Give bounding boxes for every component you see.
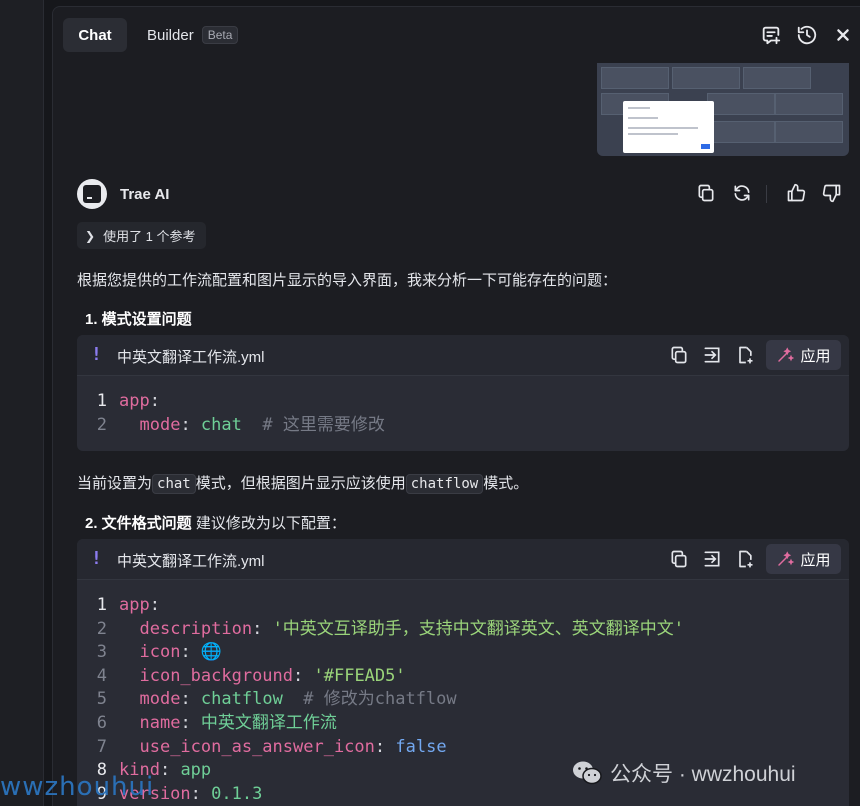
globe-icon: 🌐 xyxy=(200,642,223,663)
apply-button[interactable]: 应用 xyxy=(766,340,841,370)
code-body: 1 app: 2 mode: chat # 这里需要修改 xyxy=(77,376,849,437)
tab-chat[interactable]: Chat xyxy=(63,18,127,52)
actions-divider xyxy=(766,185,767,203)
new-chat-icon[interactable] xyxy=(760,24,782,46)
insert-code-icon[interactable] xyxy=(702,345,722,365)
code-filename: 中英文翻译工作流.yml xyxy=(117,349,265,366)
tab-builder[interactable]: Builder Beta xyxy=(147,18,239,52)
insert-code-icon[interactable] xyxy=(702,549,722,569)
code-block-header: ! 中英文翻译工作流.yml 应用 xyxy=(77,335,849,376)
watermark: 公众号 · wwzhouhui xyxy=(572,758,796,788)
wechat-icon xyxy=(573,761,602,785)
code-line: 1 app: xyxy=(96,595,160,615)
intro-text: 根据您提供的工作流配置和图片显示的导入界面，我来分析一下可能存在的问题： xyxy=(77,272,618,289)
attached-image-thumbnail[interactable] xyxy=(597,63,849,156)
new-file-icon[interactable] xyxy=(735,549,755,569)
thumbs-up-icon[interactable] xyxy=(786,183,808,205)
regenerate-icon[interactable] xyxy=(732,183,754,205)
item1-title: 1. 模式设置问题 xyxy=(85,311,192,328)
chat-panel: Chat Builder Beta Trae AI ❯ 使用了 1 个参考 根据… xyxy=(52,6,860,806)
sender-name: Trae AI xyxy=(120,186,170,203)
chevron-right-icon: ❯ xyxy=(85,228,96,243)
code-line: 7 use_icon_as_answer_icon: false xyxy=(96,736,447,757)
tab-builder-label: Builder xyxy=(147,26,194,44)
code-line: 1 app: xyxy=(96,391,160,411)
beta-badge: Beta xyxy=(201,26,239,44)
watermark-left-text: wwzhouhui xyxy=(0,772,155,802)
avatar xyxy=(77,179,107,209)
copy-code-icon[interactable] xyxy=(669,345,689,365)
apply-label: 应用 xyxy=(800,551,831,569)
yaml-file-icon: ! xyxy=(91,344,102,365)
message-header: Trae AI xyxy=(77,179,847,211)
watermark-text: 公众号 · wwzhouhui xyxy=(610,763,796,786)
code-block-header: ! 中英文翻译工作流.yml 应用 xyxy=(77,539,849,580)
code-line: 6 name: 中英文翻译工作流 xyxy=(96,712,337,733)
yaml-file-icon: ! xyxy=(91,548,102,569)
reference-chip-label: 使用了 1 个参考 xyxy=(103,229,196,244)
code-line: 3 icon: 🌐 xyxy=(96,642,223,663)
code-line: 5 mode: chatflow # 修改为chatflow xyxy=(96,689,457,710)
new-file-icon[interactable] xyxy=(735,345,755,365)
copy-code-icon[interactable] xyxy=(669,549,689,569)
copy-icon[interactable] xyxy=(696,183,718,205)
thumbs-down-icon[interactable] xyxy=(822,183,844,205)
reference-chip[interactable]: ❯ 使用了 1 个参考 xyxy=(77,222,206,249)
code-line: 2 mode: chat # 这里需要修改 xyxy=(96,414,385,435)
item2-title: 2. 文件格式问题 建议修改为以下配置： xyxy=(85,515,346,532)
close-icon[interactable] xyxy=(832,24,854,46)
apply-label: 应用 xyxy=(800,347,831,365)
inline-code-chat: chat xyxy=(152,474,196,494)
code-filename: 中英文翻译工作流.yml xyxy=(117,553,265,570)
history-icon[interactable] xyxy=(796,24,818,46)
code-line: 2 description: '中英文互译助手，支持中文翻译英文、英文翻译中文' xyxy=(96,618,685,639)
panel-topbar: Chat Builder Beta xyxy=(53,7,860,63)
code-line: 4 icon_background: '#FFEAD5' xyxy=(96,665,406,686)
inline-code-chatflow: chatflow xyxy=(405,474,484,494)
thumbnail-dialog xyxy=(623,101,714,153)
left-sidebar-strip xyxy=(0,0,44,806)
apply-button[interactable]: 应用 xyxy=(766,544,841,574)
code-block-1: ! 中英文翻译工作流.yml 应用 1 app: 2 mode: chat # 这… xyxy=(77,335,849,451)
mode-note: 当前设置为 chat 模式，但根据图片显示应该使用 chatflow 模式。 xyxy=(77,474,529,494)
